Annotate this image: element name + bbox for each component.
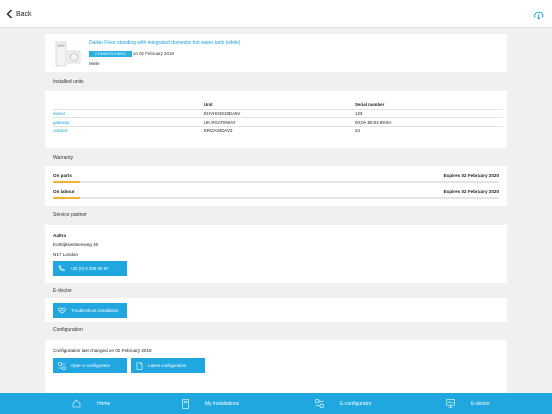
cloud-download-icon[interactable]	[533, 10, 544, 20]
partner-name: Aaltra	[53, 233, 67, 238]
bottom-navigation: Home My installations E-configurator E-d…	[0, 393, 552, 414]
edoctor-card: Troubleshoot installation	[45, 298, 507, 322]
configurator-icon	[315, 399, 324, 408]
nav-home[interactable]: Home	[72, 393, 110, 414]
owner-name: Meile	[89, 61, 100, 66]
table-row[interactable]: gateway UK.RGATEWAY 00:0A:59:04:99:9A	[53, 117, 503, 127]
column-header	[53, 101, 204, 109]
edoctor-title: E-doctor	[53, 288, 72, 294]
nav-econfigurator-label: E-configurator	[340, 400, 372, 407]
heart-monitor-icon	[58, 307, 66, 314]
column-header-serial: Serial number	[355, 102, 385, 108]
configuration-last-changed: Configuration last changed on 02 Februar…	[53, 348, 152, 353]
open-econfigurator-label: Open e-configurator	[71, 363, 111, 368]
unit-card[interactable]: Daikin Floor standing with integrated do…	[45, 34, 507, 72]
unit-model: UK.RGATEWAY	[204, 117, 355, 127]
warranty-labour-label: On labour	[53, 189, 75, 194]
installed-units-table: Unit Serial number indoor EHVH04S18DA6V …	[53, 101, 503, 136]
nav-my-installations[interactable]: My installations	[182, 393, 239, 414]
status-badge: COMMISSIONED	[89, 51, 132, 57]
unit-name-link[interactable]: indoor	[53, 108, 204, 118]
installed-units-title: Installed units	[53, 79, 84, 85]
unit-model: EHVH04S18DA6V	[204, 108, 355, 118]
service-partner-title: Service partner	[53, 212, 87, 218]
warranty-parts-expiry: Expires 02 February 2020	[443, 173, 499, 178]
chevron-left-icon	[6, 9, 12, 19]
document-icon	[136, 361, 143, 370]
table-row[interactable]: outdoor ERGA04DAV3 24	[53, 125, 503, 136]
call-partner-button[interactable]: +32 (0) 9 395 08 87	[53, 261, 127, 276]
monitor-heart-icon	[446, 399, 455, 408]
open-econfigurator-button[interactable]: Open e-configurator	[53, 358, 127, 373]
configuration-title: Configuration	[53, 327, 83, 333]
nav-edoctor-label: E-doctor	[471, 400, 490, 407]
warranty-labour-progress	[53, 197, 499, 199]
partner-address-line2: N17 London	[53, 252, 79, 257]
warranty-parts-progress	[53, 181, 499, 183]
installation-unit-icon	[182, 398, 189, 409]
warranty-parts-label: On parts	[53, 173, 72, 178]
unit-image	[55, 41, 81, 67]
nav-my-installations-label: My installations	[205, 400, 240, 407]
column-header-unit: Unit	[204, 102, 213, 108]
table-row[interactable]: indoor EHVH04S18DA6V 123	[53, 108, 503, 118]
unit-name-link[interactable]: gateway	[53, 117, 204, 127]
latest-configuration-button[interactable]: Latest configuration	[131, 358, 205, 373]
unit-model: ERGA04DAV3	[204, 125, 355, 136]
installed-units-card: Unit Serial number indoor EHVH04S18DA6V …	[45, 91, 507, 148]
configuration-card: Configuration last changed on 02 Februar…	[45, 340, 507, 393]
warranty-card: On parts Expires 02 February 2020 On lab…	[45, 166, 507, 206]
unit-name-link[interactable]: outdoor	[53, 125, 204, 136]
partner-address-line1: Kortrijksesteenweg 40	[53, 242, 99, 247]
nav-home-label: Home	[97, 400, 111, 407]
latest-configuration-label: Latest configuration	[148, 363, 187, 368]
warranty-labour-expiry: Expires 02 February 2020	[443, 189, 499, 194]
back-button[interactable]: Back	[6, 9, 32, 19]
unit-serial: 123	[355, 108, 503, 118]
troubleshoot-button[interactable]: Troubleshoot installation	[53, 303, 127, 318]
warranty-title: Warranty	[53, 155, 74, 161]
phone-icon	[58, 265, 65, 272]
back-label: Back	[16, 10, 32, 18]
unit-serial: 00:0A:59:04:99:9A	[355, 117, 503, 127]
unit-serial: 24	[355, 125, 503, 136]
commission-date: on 02 February 2018	[133, 51, 174, 56]
top-bar: Back	[0, 0, 552, 28]
service-partner-card: Aaltra Kortrijksesteenweg 40 N17 London …	[45, 225, 507, 283]
nav-edoctor[interactable]: E-doctor	[446, 393, 490, 414]
configurator-icon	[58, 361, 66, 370]
unit-title[interactable]: Daikin Floor standing with integrated do…	[89, 40, 240, 46]
partner-phone: +32 (0) 9 395 08 87	[70, 266, 109, 271]
troubleshoot-label: Troubleshoot installation	[71, 308, 119, 313]
home-icon	[72, 399, 81, 408]
nav-econfigurator[interactable]: E-configurator	[315, 393, 371, 414]
